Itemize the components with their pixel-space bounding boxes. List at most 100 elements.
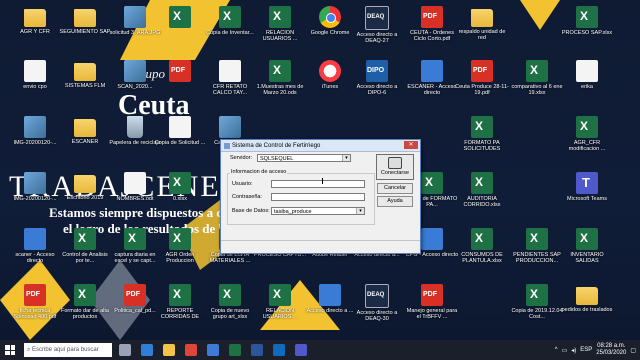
desktop-icon[interactable]: Google Chrome xyxy=(303,6,357,36)
base-select[interactable]: tasiba_produce ▾ xyxy=(271,207,365,215)
desktop-icon[interactable]: CONSUMOS DE PLANTULA.xlsx xyxy=(455,228,509,264)
desktop-icon[interactable]: ESCANER xyxy=(58,116,112,145)
clock[interactable]: 08:28 a.m. 25/03/2020 xyxy=(596,343,626,357)
chrome-icon[interactable] xyxy=(182,341,200,359)
desktop-icon[interactable]: Formato dar de alta productos xyxy=(58,284,112,320)
network-icon[interactable]: ▭ xyxy=(562,347,568,354)
excel-icon xyxy=(269,284,291,306)
desktop-icon[interactable]: IMG-20200120-... xyxy=(8,116,62,146)
excel-icon xyxy=(269,60,291,82)
excel-icon xyxy=(169,172,191,194)
desktop-icon[interactable]: Copia de 2019.12.04 Cost... xyxy=(510,284,564,320)
desktop-icon[interactable]: Copia de nuevo grupo art_xlsx xyxy=(203,284,257,320)
desktop-icon[interactable]: Acceso directo a ... xyxy=(303,284,357,314)
teams-icon[interactable] xyxy=(292,341,310,359)
task-view-icon[interactable] xyxy=(116,341,134,359)
desktop-icon[interactable]: Copia de Inventar... xyxy=(203,6,257,36)
desktop-icon[interactable]: respaldo unidad de red xyxy=(455,6,509,41)
taskbar-search-box[interactable]: ⌕ Escribe aquí para buscar xyxy=(24,343,112,357)
desktop-icon[interactable]: AUDITORIA CORRIDO.xlsx xyxy=(455,172,509,208)
cancel-button[interactable]: Cancelar xyxy=(377,183,413,194)
chrome-icon-glyph xyxy=(185,344,197,356)
store-icon-glyph xyxy=(207,344,219,356)
desktop-icon-label: Control de Analisis por te... xyxy=(62,252,108,264)
desktop-icon-label: ficha tecnica Spinosad 480.pdf xyxy=(13,308,57,320)
desktop-icon[interactable]: AGR Y CFR xyxy=(8,6,62,35)
desktop-icon[interactable]: PROCESO SAP.xlsx xyxy=(560,6,614,36)
desktop-icon[interactable]: ficha tecnica Spinosad 480.pdf xyxy=(8,284,62,320)
excel-icon xyxy=(219,6,241,28)
start-button[interactable] xyxy=(0,340,20,360)
desktop-icon[interactable]: PENDIENTES SAP PRODUCCION... xyxy=(510,228,564,264)
excel-icon xyxy=(74,228,96,250)
volume-icon[interactable]: ◂) xyxy=(571,347,576,354)
desktop-icon[interactable]: Acceso directo a DEAQ-30 xyxy=(350,284,404,322)
desktop-icon[interactable]: pedidos de traslados xyxy=(560,284,614,313)
dialog-titlebar[interactable]: Sistema de Control de Fertirriego ✕ xyxy=(221,140,420,152)
desktop: Grupo Ceuta TRABAJCENE Estamos siempre d… xyxy=(0,0,640,340)
desktop-icon[interactable]: REPORTE CORRIDAS DE CORTE DE ... xyxy=(153,284,207,320)
desktop-icon[interactable] xyxy=(153,6,207,30)
desktop-icon[interactable] xyxy=(153,60,207,84)
desktop-icon[interactable]: 1.Muestras mes de Marzo 20.ods xyxy=(253,60,307,96)
explorer-icon-glyph xyxy=(163,344,175,356)
desktop-icon[interactable]: Acceso directo a DIPO-6 xyxy=(350,60,404,96)
desktop-icon[interactable]: IMG-20200120-... xyxy=(8,172,62,202)
desktop-icon[interactable]: Control de Analisis por te... xyxy=(58,228,112,264)
desktop-icon-label: envio cpo xyxy=(23,84,47,90)
desktop-icon[interactable]: Manejo general para el TrBFFV ... xyxy=(405,284,459,320)
desktop-icon[interactable]: envio cpo xyxy=(8,60,62,90)
outlook-icon-glyph xyxy=(273,344,285,356)
desktop-icon[interactable]: 0.xlsx xyxy=(153,172,207,202)
chevron-down-icon[interactable]: ▾ xyxy=(342,155,350,161)
close-button[interactable]: ✕ xyxy=(404,141,418,149)
notifications-icon[interactable]: ▢ xyxy=(630,347,636,354)
excel-icon xyxy=(526,284,548,306)
desktop-icon[interactable]: Escritorio 2019 xyxy=(58,172,112,201)
excel-icon[interactable] xyxy=(226,341,244,359)
desktop-icon[interactable]: RELACION USUARIOS ... xyxy=(253,284,307,320)
desktop-icon[interactable]: INVENTARIO SALIDAS xyxy=(560,228,614,264)
store-icon[interactable] xyxy=(204,341,222,359)
outlook-icon[interactable] xyxy=(270,341,288,359)
usuario-input[interactable] xyxy=(271,180,365,188)
desktop-icon-label: AGR_CFR modificacion ... xyxy=(568,140,606,152)
servidor-select[interactable]: SQLSEQUEL ▾ xyxy=(257,154,351,162)
desktop-icon-label: scaner - Acceso directo xyxy=(15,252,55,264)
language-indicator[interactable]: ESP xyxy=(580,347,592,353)
desktop-icon[interactable]: Copia de Solicitud ... xyxy=(153,116,207,146)
desktop-icon[interactable]: FORMATO PA SOLICITUDES xyxy=(455,116,509,152)
desktop-icon[interactable]: CFR RETATO CALCO TAY... xyxy=(203,60,257,96)
connect-button[interactable]: Conectarse xyxy=(376,154,414,180)
desktop-icon[interactable]: scaner - Acceso directo xyxy=(8,228,62,264)
image-icon xyxy=(24,172,46,194)
desktop-icon[interactable]: ESCANER - Acceso directo xyxy=(405,60,459,96)
desktop-icon[interactable]: Microsoft Teams xyxy=(560,172,614,202)
excel-icon xyxy=(471,116,493,138)
desktop-icon-label: REPORTE CORRIDAS DE CORTE DE ... xyxy=(160,308,200,320)
desktop-icon[interactable]: AGR Orden Produccion xyxy=(153,228,207,264)
folder-icon xyxy=(24,9,46,27)
contrasena-input[interactable] xyxy=(271,193,365,201)
desktop-icon[interactable]: Acceso directo a DEAQ-27 xyxy=(350,6,404,44)
excel-icon xyxy=(169,228,191,250)
chevron-down-icon[interactable]: ▾ xyxy=(356,208,364,214)
desktop-icon[interactable]: AGR_CFR modificacion ... xyxy=(560,116,614,152)
dialog-divider xyxy=(221,240,420,241)
explorer-icon[interactable] xyxy=(160,341,178,359)
desktop-icon[interactable]: SEGUIMIENTO SAP xyxy=(58,6,112,35)
desktop-icon[interactable]: CEUTA - Ordenes Ciclo Corto.pdf xyxy=(405,6,459,42)
help-button[interactable]: Ayuda xyxy=(377,196,413,207)
excel-icon xyxy=(576,6,598,28)
word-icon[interactable] xyxy=(248,341,266,359)
edge-icon[interactable] xyxy=(138,341,156,359)
chevron-up-icon[interactable]: ^ xyxy=(555,347,558,353)
desktop-icon[interactable]: erika xyxy=(560,60,614,90)
desktop-icon[interactable]: Ceuta Produce 28-11-19.pdf xyxy=(455,60,509,96)
desktop-icon[interactable]: comparativo al 6 ene 19.xlsx xyxy=(510,60,564,96)
excel-icon xyxy=(526,60,548,82)
desktop-icon[interactable]: iTunes xyxy=(303,60,357,90)
excel-icon xyxy=(576,228,598,250)
desktop-icon[interactable]: RELACION USUARIOS ... xyxy=(253,6,307,42)
desktop-icon[interactable]: SISTEMAS FLM xyxy=(58,60,112,89)
